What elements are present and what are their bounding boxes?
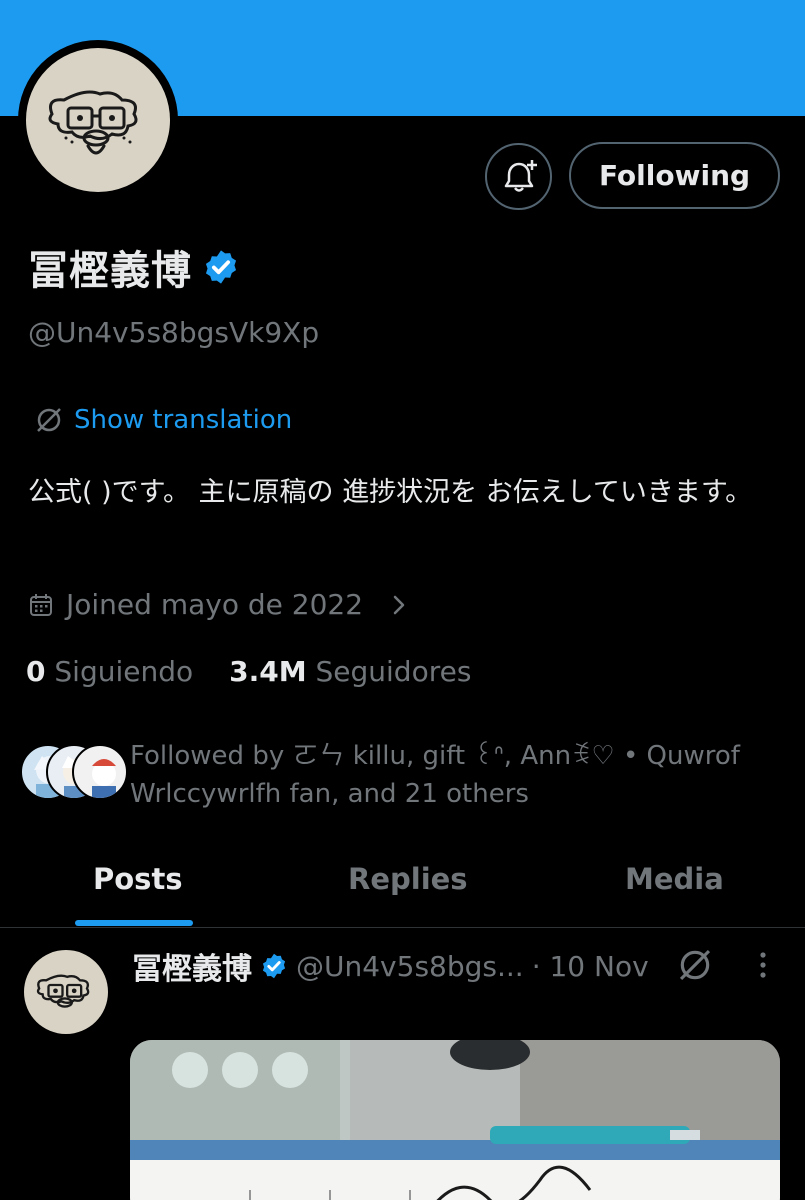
post-author-handle[interactable]: @Un4v5s8bgs... xyxy=(296,950,524,983)
grok-translate-icon[interactable] xyxy=(676,946,714,984)
followed-by-text[interactable]: Followed by ㄛㄣ killu, gift ꒰ᐢ, Annꉂ♡ • Q… xyxy=(130,737,790,813)
followers-label: Seguidores xyxy=(315,655,472,688)
followers-stat[interactable]: 3.4M Seguidores xyxy=(229,655,471,688)
joined-date: Joined mayo de 2022 xyxy=(66,588,364,621)
translate-label[interactable]: Show translation xyxy=(74,405,292,435)
post-header: 冨樫義博 @Un4v5s8bgs... · 10 Nov xyxy=(132,944,649,988)
display-name: 冨樫義博 xyxy=(28,248,192,294)
joined-date-row[interactable]: Joined mayo de 2022 xyxy=(28,588,411,621)
following-stat[interactable]: 0 Siguiendo xyxy=(26,655,193,688)
more-vertical-icon[interactable] xyxy=(752,950,774,980)
notification-button[interactable] xyxy=(485,143,552,210)
verified-badge-icon[interactable] xyxy=(202,248,240,286)
follower-avatar xyxy=(72,744,128,800)
profile-tabs: Posts Replies Media xyxy=(0,850,805,928)
verified-badge-icon xyxy=(262,953,286,979)
tab-media[interactable]: Media xyxy=(625,862,724,896)
bell-plus-icon xyxy=(504,159,537,192)
tab-replies[interactable]: Replies xyxy=(348,862,468,896)
following-button[interactable]: Following xyxy=(569,142,780,209)
grok-translate-icon xyxy=(37,408,61,432)
profile-bio: 公式( )です。 主に原稿の 進捗状況を お伝えしていきます。 xyxy=(28,477,753,508)
tab-posts[interactable]: Posts xyxy=(93,862,183,896)
profile-handle: @Un4v5s8bgsVk9Xp xyxy=(28,316,320,349)
show-translation-link[interactable]: Show translation xyxy=(34,405,292,435)
followed-by-avatars[interactable] xyxy=(20,744,130,800)
post-image[interactable] xyxy=(130,1040,780,1200)
post-author-name[interactable]: 冨樫義博 xyxy=(132,944,252,988)
following-count: 0 xyxy=(26,655,46,688)
followers-count: 3.4M xyxy=(229,655,307,688)
profile-name-row: 冨樫義博 xyxy=(28,238,240,296)
post-author-avatar[interactable] xyxy=(24,950,108,1034)
profile-avatar[interactable] xyxy=(26,48,170,192)
following-label: Siguiendo xyxy=(54,655,194,688)
active-tab-indicator xyxy=(75,920,193,926)
follow-stats: 0 Siguiendo 3.4M Seguidores xyxy=(26,655,471,688)
post-date[interactable]: · 10 Nov xyxy=(532,950,649,983)
calendar-icon xyxy=(30,593,52,616)
chevron-right-icon xyxy=(393,595,405,614)
